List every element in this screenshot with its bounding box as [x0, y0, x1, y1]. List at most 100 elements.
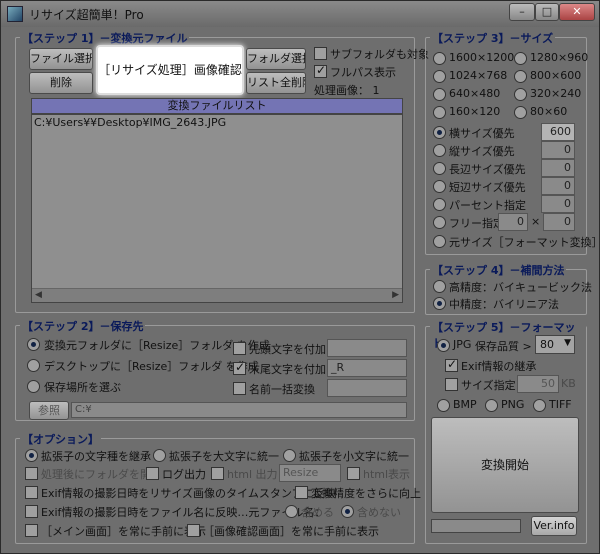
- size-label: 1024×768: [449, 69, 508, 82]
- delete-button[interactable]: 削除: [29, 72, 93, 94]
- html-checkbox[interactable]: [211, 467, 224, 480]
- size-radio[interactable]: [433, 70, 446, 83]
- exclude-radio[interactable]: [341, 505, 354, 518]
- tiff-radio[interactable]: [533, 399, 546, 412]
- html-label: html 出力: [227, 468, 278, 481]
- size-radio[interactable]: [433, 106, 446, 119]
- window-title: リサイズ超簡単！Pro: [29, 8, 144, 22]
- file-select-button[interactable]: ファイル選択: [29, 48, 93, 70]
- prefix-checkbox[interactable]: [233, 342, 246, 355]
- bmp-radio[interactable]: [437, 399, 450, 412]
- suffix-input[interactable]: _R: [327, 359, 407, 377]
- percent-radio[interactable]: [433, 198, 446, 211]
- minimize-button[interactable]: –: [509, 3, 535, 21]
- close-button[interactable]: ✕: [559, 3, 595, 21]
- save-choose-radio[interactable]: [27, 380, 40, 393]
- size-limit-input[interactable]: 50: [517, 375, 559, 393]
- long-side-label: 長辺サイズ優先: [449, 163, 526, 176]
- exif-inherit-checkbox[interactable]: [445, 357, 458, 372]
- open-folder-label: 処理後にフォルダを開く: [41, 468, 162, 481]
- suffix-label: 末尾文字を付加: [249, 363, 326, 376]
- exif-filename-checkbox[interactable]: [25, 505, 38, 518]
- html-name-input[interactable]: Resize: [279, 464, 341, 482]
- short-side-input[interactable]: 0: [541, 177, 575, 195]
- version-info-button[interactable]: Ver.info: [531, 516, 577, 536]
- ext-keep-radio[interactable]: [25, 449, 38, 462]
- free-x-label: ×: [531, 215, 541, 228]
- processed-count: 処理画像： 1: [314, 84, 380, 97]
- free-height-input[interactable]: 0: [543, 213, 575, 231]
- size-radio[interactable]: [514, 52, 527, 65]
- bilinear-radio[interactable]: [433, 297, 446, 310]
- chevron-down-icon: ▼: [564, 338, 571, 348]
- save-same-radio[interactable]: [27, 338, 40, 351]
- percent-input[interactable]: 0: [541, 195, 575, 213]
- long-side-input[interactable]: 0: [541, 159, 575, 177]
- main-top-checkbox[interactable]: [25, 524, 38, 537]
- file-list-header: 変換ファイルリスト: [31, 98, 403, 114]
- start-conversion-button[interactable]: 変換開始: [431, 417, 579, 513]
- long-side-radio[interactable]: [433, 162, 446, 175]
- fullpath-label: フルパス表示: [330, 66, 396, 79]
- height-input[interactable]: 0: [541, 141, 575, 159]
- rename-input[interactable]: [327, 379, 407, 397]
- size-radio[interactable]: [433, 52, 446, 65]
- size-label: 80×60: [530, 105, 568, 118]
- width-input[interactable]: 600: [541, 123, 575, 141]
- title-bar[interactable]: リサイズ超簡単！Pro – □ ✕: [1, 1, 599, 27]
- scroll-right-icon[interactable]: ▶: [392, 290, 399, 300]
- exif-filename-label: Exif情報の撮影日時をファイル名に反映…元ファイル名：: [41, 506, 326, 519]
- original-size-radio[interactable]: [433, 235, 446, 248]
- short-side-label: 短辺サイズ優先: [449, 181, 526, 194]
- confirm-top-checkbox[interactable]: [187, 524, 200, 537]
- save-desktop-radio[interactable]: [27, 359, 40, 372]
- exif-timestamp-label: Exif情報の撮影日時をリサイズ画像のタイムスタンプに反映: [41, 487, 336, 500]
- jpg-label: JPG: [453, 338, 472, 351]
- delete-all-button[interactable]: リスト全削除: [246, 72, 306, 94]
- ext-upper-radio[interactable]: [153, 449, 166, 462]
- list-item[interactable]: C:¥Users¥¥Desktop¥IMG_2643.JPG: [34, 116, 226, 129]
- size-radio[interactable]: [514, 106, 527, 119]
- free-width-input[interactable]: 0: [498, 213, 528, 231]
- size-label: 320×240: [530, 87, 582, 100]
- scroll-left-icon[interactable]: ◀: [35, 290, 42, 300]
- html-show-checkbox[interactable]: [347, 467, 360, 480]
- progress-bar: [431, 519, 521, 533]
- open-folder-checkbox[interactable]: [25, 467, 38, 480]
- browse-button[interactable]: 参照: [29, 401, 69, 420]
- png-label: PNG: [501, 398, 525, 411]
- horizontal-scrollbar[interactable]: ◀ ▶: [32, 288, 402, 302]
- free-radio[interactable]: [433, 216, 446, 229]
- rename-checkbox[interactable]: [233, 382, 246, 395]
- short-side-radio[interactable]: [433, 180, 446, 193]
- png-radio[interactable]: [485, 399, 498, 412]
- ext-lower-radio[interactable]: [283, 449, 296, 462]
- confirm-top-label: ［画像確認画面］を常に手前に表示: [203, 525, 379, 538]
- options-title: 【オプション】: [20, 431, 101, 447]
- size-radio[interactable]: [514, 88, 527, 101]
- size-label: 160×120: [449, 105, 501, 118]
- width-priority-radio[interactable]: [433, 126, 446, 139]
- folder-select-button[interactable]: フォルダ選択: [246, 48, 306, 70]
- quality-value: 80: [540, 338, 554, 351]
- precision-checkbox[interactable]: [295, 486, 308, 499]
- jpg-radio[interactable]: [437, 339, 450, 352]
- log-checkbox[interactable]: [146, 467, 159, 480]
- include-radio[interactable]: [285, 505, 298, 518]
- prefix-input[interactable]: [327, 339, 407, 357]
- file-list[interactable]: C:¥Users¥¥Desktop¥IMG_2643.JPG ◀ ▶: [31, 114, 403, 303]
- exif-timestamp-checkbox[interactable]: [25, 486, 38, 499]
- size-radio[interactable]: [514, 70, 527, 83]
- suffix-checkbox[interactable]: [233, 360, 246, 375]
- bicubic-radio[interactable]: [433, 280, 446, 293]
- quality-select[interactable]: 80 ▼: [535, 335, 575, 354]
- resize-confirm-button[interactable]: ［リサイズ処理］画像確認: [96, 45, 244, 95]
- fullpath-checkbox[interactable]: [314, 63, 327, 78]
- exif-inherit-label: Exif情報の継承: [461, 360, 537, 373]
- height-priority-radio[interactable]: [433, 144, 446, 157]
- size-limit-checkbox[interactable]: [445, 378, 458, 391]
- subfolder-checkbox[interactable]: [314, 47, 327, 60]
- maximize-button[interactable]: □: [535, 3, 559, 21]
- save-path-input[interactable]: C:¥: [71, 402, 407, 418]
- size-radio[interactable]: [433, 88, 446, 101]
